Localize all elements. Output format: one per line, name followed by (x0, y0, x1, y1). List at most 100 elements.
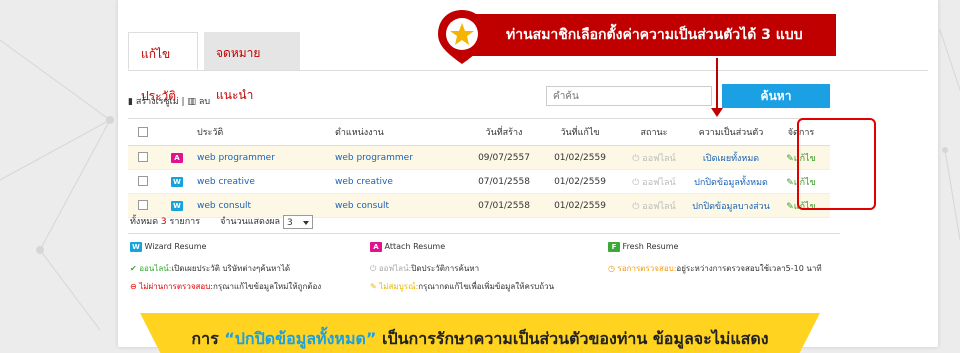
info-banner: การ “ปกปิดข้อมูลทั้งหมด” เป็นการรักษาควา… (140, 313, 820, 353)
table-header-row: ประวัติ ตำแหน่งงาน วันที่สร้าง วันที่แก้… (128, 118, 830, 146)
tab-edit-profile[interactable]: แก้ไขประวัติ (128, 32, 198, 103)
row-checkbox[interactable] (138, 176, 148, 187)
resume-table: ประวัติ ตำแหน่งงาน วันที่สร้าง วันที่แก้… (128, 118, 830, 218)
privacy-cell: ปกปิดข้อมูลบางส่วน (690, 193, 772, 218)
banner-text: การ “ปกปิดข้อมูลทั้งหมด” เป็นการรักษาควา… (140, 327, 820, 352)
banner-suffix: เป็นการรักษาความเป็นส่วนตัวของท่าน ข้อมู… (381, 329, 769, 348)
delete-link[interactable]: ลบ (199, 97, 210, 107)
document-icon: ▮ (128, 97, 133, 107)
check-circle-icon: ✔ (130, 264, 137, 273)
legend-offline-text: ปิดประวัติการค้นหา (411, 264, 480, 273)
position-link[interactable]: web creative (335, 177, 393, 187)
legend-fresh: F Fresh Resume (608, 242, 678, 252)
attach-badge: A (171, 152, 183, 163)
power-icon: ⏻ (632, 153, 640, 164)
status-text: ออฟไลน์ (642, 177, 676, 188)
minus-circle-icon: ⊖ (130, 282, 137, 291)
header-type (158, 118, 196, 146)
created-date: 07/01/2558 (466, 169, 542, 194)
header-modified: วันที่แก้ไข (542, 118, 618, 146)
privacy-column-highlight (797, 118, 876, 210)
legend-rejected-title: ไม่ผ่านการตรวจสอบ: (139, 282, 213, 291)
status-text: ออฟไลน์ (642, 201, 676, 212)
table-row: A web programmer web programmer 09/07/25… (128, 145, 830, 170)
modified-date: 01/02/2559 (542, 193, 618, 218)
privacy-link[interactable]: ปกปิดข้อมูลบางส่วน (692, 202, 770, 212)
clock-icon: ◷ (608, 264, 615, 273)
header-position: ตำแหน่งงาน (334, 118, 466, 146)
profile-cell: web creative (196, 169, 334, 194)
search-button[interactable]: ค้นหา (722, 84, 830, 108)
row-checkbox-cell (128, 169, 158, 194)
toolbar-separator: | (181, 97, 185, 107)
table-row: W web creative web creative 07/01/2558 0… (128, 169, 830, 194)
legend-incomplete-text: กรุณากดแก้ไขเพื่อเพิ่มข้อมูลให้ครบถ้วน (418, 282, 555, 291)
position-cell: web programmer (334, 145, 466, 170)
fresh-badge: F (608, 242, 620, 252)
create-resume-link[interactable]: สร้างเรซูเม่ (136, 97, 179, 107)
legend-online-text: เปิดเผยประวัติ บริษัทต่างๆค้นหาได้ (171, 264, 291, 273)
legend: W Wizard Resume A Attach Resume F Fresh … (128, 233, 840, 291)
status-cell: ⏻ ออฟไลน์ (618, 169, 690, 194)
tab-cover-letter[interactable]: จดหมายแนะนำ (204, 32, 300, 102)
power-icon: ⏻ (370, 264, 377, 273)
legend-offline-title: ออฟไลน์: (378, 264, 412, 273)
status-text: ออฟไลน์ (642, 153, 676, 164)
legend-attach-label: Attach Resume (384, 242, 446, 251)
row-checkbox-cell (128, 145, 158, 170)
created-date: 07/01/2558 (466, 193, 542, 218)
trash-icon: ▥ (187, 97, 196, 107)
type-cell: W (158, 169, 196, 194)
privacy-callout: ท่านสมาชิกเลือกตั้งค่าความเป็นส่วนตัวได้… (470, 14, 836, 56)
per-page-value: 3 (286, 217, 293, 228)
row-checkbox[interactable] (138, 152, 148, 163)
position-link[interactable]: web consult (335, 201, 389, 211)
legend-online: ✔ ออนไลน์:เปิดเผยประวัติ บริษัทต่างๆค้นห… (130, 262, 290, 275)
total-prefix: ทั้งหมด (130, 217, 159, 227)
legend-attach: A Attach Resume (370, 242, 445, 252)
select-all-checkbox[interactable] (138, 126, 148, 137)
legend-wizard: W Wizard Resume (130, 242, 206, 252)
callout-arrow-head (711, 108, 723, 117)
header-profile: ประวัติ (196, 118, 334, 146)
created-date: 09/07/2557 (466, 145, 542, 170)
privacy-link[interactable]: เปิดเผยทั้งหมด (703, 154, 759, 164)
callout-arrow-line (716, 58, 718, 110)
header-select-all (128, 118, 158, 146)
header-created: วันที่สร้าง (466, 118, 542, 146)
power-icon: ⏻ (632, 201, 640, 212)
profile-cell: web programmer (196, 145, 334, 170)
position-cell: web creative (334, 169, 466, 194)
legend-pending-title: รอการตรวจสอบ: (617, 264, 677, 273)
pencil-icon: ✎ (786, 153, 794, 164)
search-input[interactable] (546, 86, 712, 106)
privacy-link[interactable]: ปกปิดข้อมูลทั้งหมด (694, 178, 768, 188)
modified-date: 01/02/2559 (542, 145, 618, 170)
status-cell: ⏻ ออฟไลน์ (618, 193, 690, 218)
profile-link[interactable]: web creative (197, 177, 255, 187)
star-marker-icon (438, 10, 486, 64)
privacy-cell: ปกปิดข้อมูลทั้งหมด (690, 169, 772, 194)
per-page-select[interactable]: 3 (282, 214, 313, 229)
total-count: 3 (160, 217, 167, 227)
status-cell: ⏻ ออฟไลน์ (618, 145, 690, 170)
table-summary: ทั้งหมด 3 รายการ จำนวนแสดงผล 3 (130, 214, 313, 229)
legend-incomplete: ✎ ไม่สมบูรณ์:กรุณากดแก้ไขเพื่อเพิ่มข้อมู… (370, 280, 554, 293)
position-link[interactable]: web programmer (335, 153, 413, 163)
attach-badge: A (370, 242, 382, 252)
row-checkbox[interactable] (138, 200, 148, 211)
header-privacy: ความเป็นส่วนตัว (690, 118, 772, 146)
pencil-icon: ✎ (786, 201, 794, 212)
type-cell: A (158, 145, 196, 170)
wizard-badge: W (171, 176, 183, 187)
wizard-badge: W (130, 242, 142, 252)
legend-pending: ◷ รอการตรวจสอบ:อยู่ระหว่างการตรวจสอบใช้เ… (608, 262, 822, 275)
legend-rejected: ⊖ ไม่ผ่านการตรวจสอบ:กรุณาแก้ไขข้อมูลใหม่… (130, 280, 321, 293)
profile-link[interactable]: web consult (197, 201, 251, 211)
legend-incomplete-title: ไม่สมบูรณ์: (379, 282, 419, 291)
wizard-badge: W (171, 200, 183, 211)
pencil-icon: ✎ (786, 177, 794, 188)
position-cell: web consult (334, 193, 466, 218)
banner-highlight: “ปกปิดข้อมูลทั้งหมด” (224, 329, 377, 348)
profile-link[interactable]: web programmer (197, 153, 275, 163)
